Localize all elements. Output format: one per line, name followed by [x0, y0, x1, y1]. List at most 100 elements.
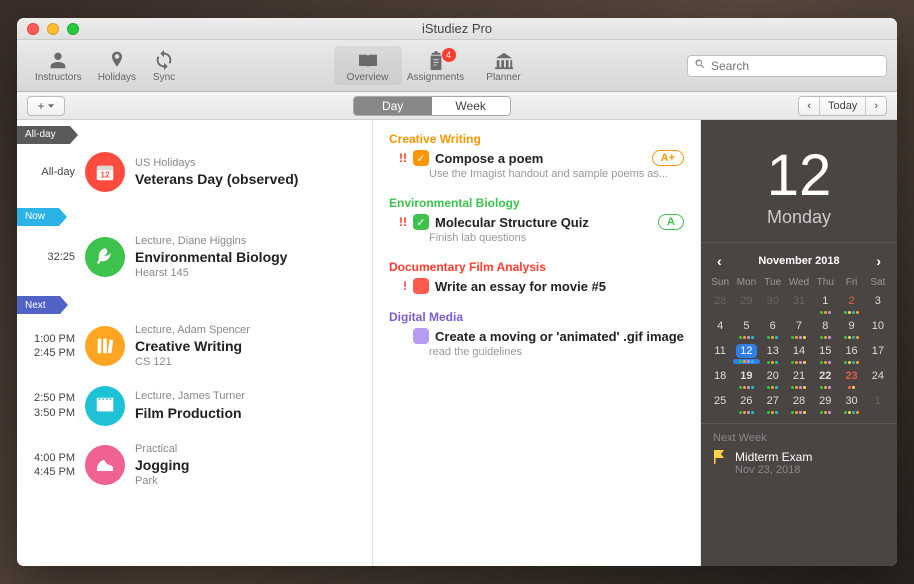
tab-planner[interactable]: Planner [470, 46, 538, 85]
cal-day[interactable]: 1 [812, 292, 838, 315]
upcoming-event[interactable]: Midterm Exam [713, 450, 885, 464]
assignment-item[interactable]: Creative Writing !! ✓ Compose a poem A+ … [389, 132, 684, 180]
cal-day[interactable]: 22 [812, 367, 838, 390]
checkbox[interactable]: ✓ [413, 214, 429, 230]
holidays-button[interactable]: Holidays [90, 46, 144, 85]
cal-day[interactable]: 16 [838, 342, 864, 365]
cal-day[interactable]: 30 [760, 292, 786, 315]
event-row[interactable]: 2:50 PM3:50 PM Lecture, James Turner Fil… [17, 380, 372, 436]
instructors-button[interactable]: Instructors [27, 46, 90, 85]
cal-day[interactable]: 5 [733, 317, 759, 340]
checkbox[interactable]: ✓ [413, 150, 429, 166]
sync-button[interactable]: Sync [144, 46, 184, 85]
cal-day[interactable]: 13 [760, 342, 786, 365]
grade-pill: A [658, 214, 684, 230]
cal-day[interactable]: 15 [812, 342, 838, 365]
cal-day[interactable]: 28 [707, 292, 733, 315]
cal-day[interactable]: 28 [786, 392, 812, 415]
mini-calendar: ‹ November 2018 › SunMonTueWedThuFriSat2… [701, 243, 897, 423]
cal-day[interactable]: 19 [733, 367, 759, 390]
label: Assignments [407, 72, 464, 83]
cal-day[interactable]: 24 [865, 367, 891, 390]
cal-day[interactable]: 18 [707, 367, 733, 390]
prev-button[interactable]: ‹ [799, 97, 820, 115]
cal-day[interactable]: 9 [838, 317, 864, 340]
add-button[interactable]: + [27, 96, 65, 116]
cal-day[interactable]: 31 [786, 292, 812, 315]
flag-icon [713, 450, 727, 464]
checkbox[interactable] [413, 328, 429, 344]
segment-week[interactable]: Week [432, 97, 510, 115]
event-time: 4:00 PM4:45 PM [29, 451, 75, 480]
cal-month-label: November 2018 [758, 255, 839, 267]
cal-day[interactable]: 11 [707, 342, 733, 365]
assignments-column: Creative Writing !! ✓ Compose a poem A+ … [373, 120, 701, 566]
cal-day[interactable]: 30 [838, 392, 864, 415]
cal-day[interactable]: 20 [760, 367, 786, 390]
tab-assignments[interactable]: 4 Assignments [402, 46, 470, 85]
book-icon [357, 50, 379, 72]
content-area: All-day All-day 12 US Holidays Veterans … [17, 120, 897, 566]
event-text: US Holidays Veterans Day (observed) [135, 156, 298, 188]
assignment-subtitle: Finish lab questions [429, 232, 684, 244]
cal-day[interactable]: 29 [812, 392, 838, 415]
cal-dayname: Tue [760, 275, 786, 290]
next-week-header: Next Week [713, 432, 885, 444]
planner-icon [493, 50, 515, 72]
svg-text:12: 12 [100, 171, 110, 180]
cal-prev-button[interactable]: ‹ [711, 253, 728, 269]
assignment-item[interactable]: Environmental Biology !! ✓ Molecular Str… [389, 196, 684, 244]
cal-day[interactable]: 1 [865, 392, 891, 415]
cal-day[interactable]: 27 [760, 392, 786, 415]
ribbon-now: Now [17, 206, 372, 224]
event-row[interactable]: All-day 12 US Holidays Veterans Day (obs… [17, 146, 372, 202]
pin-icon [105, 48, 129, 72]
assignment-item[interactable]: Documentary Film Analysis ! Write an ess… [389, 260, 684, 294]
tab-overview[interactable]: Overview [334, 46, 402, 85]
cal-day[interactable]: 3 [865, 292, 891, 315]
assignment-category: Digital Media [389, 310, 684, 324]
cal-day[interactable]: 23 [838, 367, 864, 390]
cal-day[interactable]: 29 [733, 292, 759, 315]
priority-indicator: ! [389, 279, 407, 293]
assignment-title: Write an essay for movie #5 [435, 279, 606, 294]
assignment-item[interactable]: Digital Media Create a moving or 'animat… [389, 310, 684, 358]
cal-day[interactable]: 7 [786, 317, 812, 340]
cal-next-button[interactable]: › [870, 253, 887, 269]
cal-day[interactable]: 21 [786, 367, 812, 390]
cal-day[interactable]: 12 [733, 342, 759, 365]
cal-day[interactable]: 25 [707, 392, 733, 415]
cal-day[interactable]: 8 [812, 317, 838, 340]
search-icon [694, 57, 706, 75]
assignment-subtitle: read the guidelines [429, 346, 684, 358]
next-button[interactable]: › [866, 97, 886, 115]
cal-day[interactable]: 4 [707, 317, 733, 340]
event-text: Practical Jogging Park [135, 442, 189, 489]
cal-day[interactable]: 2 [838, 292, 864, 315]
assignment-category: Creative Writing [389, 132, 684, 146]
schedule-column: All-day All-day 12 US Holidays Veterans … [17, 120, 373, 566]
segment-day[interactable]: Day [354, 97, 432, 115]
hero-day-number: 12 [701, 142, 897, 209]
window-title: iStudiez Pro [17, 21, 897, 36]
cal-day[interactable]: 26 [733, 392, 759, 415]
cal-day[interactable]: 6 [760, 317, 786, 340]
upcoming-event-title: Midterm Exam [735, 450, 812, 464]
search-input[interactable] [711, 59, 880, 73]
event-row[interactable]: 32:25 Lecture, Diane Higgins Environment… [17, 228, 372, 291]
cal-day[interactable]: 10 [865, 317, 891, 340]
assignment-title: Molecular Structure Quiz [435, 215, 589, 230]
event-text: Lecture, James Turner Film Production [135, 389, 245, 421]
event-row[interactable]: 1:00 PM2:45 PM Lecture, Adam Spencer Cre… [17, 317, 372, 380]
search-field[interactable] [687, 55, 887, 77]
cal-day[interactable]: 17 [865, 342, 891, 365]
event-row[interactable]: 4:00 PM4:45 PM Practical Jogging Park [17, 436, 372, 499]
today-button[interactable]: Today [820, 97, 866, 115]
checkbox[interactable] [413, 278, 429, 294]
next-week-section: Next Week Midterm Exam Nov 23, 2018 [701, 423, 897, 484]
calendar-header: ‹ November 2018 › [707, 251, 891, 275]
cal-day[interactable]: 14 [786, 342, 812, 365]
calendar-grid: SunMonTueWedThuFriSat2829303112345678910… [707, 275, 891, 415]
shoe-icon [85, 445, 125, 485]
hero-day-of-week: Monday [701, 207, 897, 228]
